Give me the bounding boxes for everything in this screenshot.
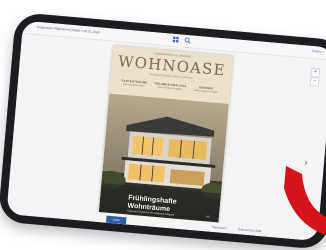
search-icon[interactable] — [184, 37, 192, 45]
grid-icon[interactable] — [172, 36, 180, 44]
breadcrumb[interactable]: Augsburger Allgemeine (Stadt) > 06.01.20… — [37, 25, 100, 34]
magazine-cover[interactable]: AUGSBURGER ALLGEMEINE WOHNOASE Das Magaz… — [98, 45, 233, 224]
cover-logo-badge: AZ — [203, 214, 213, 220]
zoom-out-button[interactable]: − — [309, 76, 320, 87]
stage: Augsburger Allgemeine (Stadt) > 06.01.20… — [0, 0, 326, 250]
footer-privacy-link[interactable]: Datenschutz AGB — [238, 227, 262, 233]
footer-imprint-link[interactable]: Impressum — [212, 225, 227, 230]
red-ribbon-decoration — [284, 166, 326, 236]
pages-link[interactable]: Seiten > — [312, 49, 324, 54]
read-tab-button[interactable]: Lesen — [105, 215, 127, 225]
